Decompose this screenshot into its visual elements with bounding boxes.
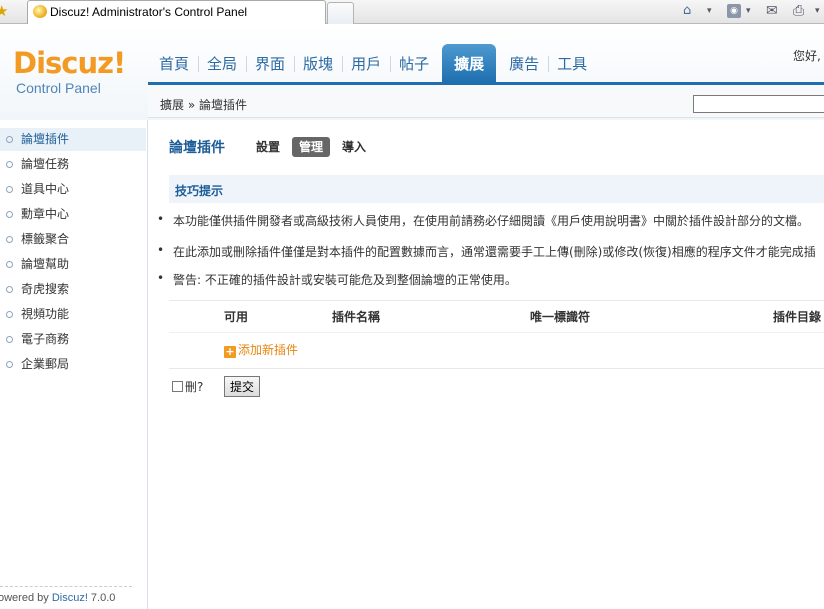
- table-divider: [169, 332, 824, 333]
- powered-by: owered by Discuz! 7.0.0: [0, 592, 115, 604]
- table-divider: [169, 368, 824, 369]
- nav-item-global[interactable]: 全局: [198, 44, 246, 82]
- browser-tab-title: Discuz! Administrator's Control Panel: [50, 5, 248, 19]
- rss-feed-icon[interactable]: ◉: [727, 4, 741, 18]
- sidebar-item-label: 奇虎搜索: [21, 282, 70, 296]
- plus-icon: +: [224, 345, 236, 358]
- column-header-enabled: 可用: [224, 310, 249, 324]
- tab-import[interactable]: 導入: [342, 137, 366, 157]
- tip-item: 本功能僅供插件開發者或高級技術人員使用，在使用前請務必仔細閱讀《用戶使用說明書》…: [157, 212, 809, 229]
- nav-item-home[interactable]: 首頁: [150, 44, 198, 82]
- nav-item-ads[interactable]: 廣告: [500, 44, 548, 82]
- circle-bullet-icon: [6, 211, 13, 218]
- nav-item-forums[interactable]: 版塊: [294, 44, 342, 82]
- add-plugin-link[interactable]: + 添加新插件: [224, 341, 298, 358]
- sidebar-item-plugins[interactable]: 論壇插件: [0, 128, 146, 151]
- discuz-logo: Discuz!: [13, 46, 126, 80]
- circle-bullet-icon: [6, 161, 13, 168]
- nav-item-interface[interactable]: 界面: [246, 44, 294, 82]
- nav-item-extensions[interactable]: 擴展: [442, 44, 497, 82]
- sidebar-item-enterprise-mail[interactable]: 企業郵局: [0, 353, 146, 376]
- delete-checkbox[interactable]: [172, 381, 183, 392]
- sidebar-item-label: 論壇幫助: [21, 257, 70, 271]
- circle-bullet-icon: [6, 261, 13, 268]
- browser-toolbar: ★ Discuz! Administrator's Control Panel …: [0, 0, 824, 24]
- chevron-down-icon[interactable]: ▾: [746, 2, 751, 20]
- circle-bullet-icon: [6, 286, 13, 293]
- sidebar-item-label: 標籤聚合: [21, 232, 70, 246]
- add-plugin-label[interactable]: 添加新插件: [238, 343, 298, 357]
- tip-item: 警告: 不正確的插件設計或安裝可能危及到整個論壇的正常使用。: [157, 271, 517, 288]
- browser-tab[interactable]: Discuz! Administrator's Control Panel: [27, 0, 326, 24]
- sidebar-item-tasks[interactable]: 論壇任務: [0, 153, 146, 176]
- delete-label: 刪?: [185, 380, 204, 394]
- sidebar-item-label: 企業郵局: [21, 357, 70, 371]
- tab-manage[interactable]: 管理: [292, 137, 331, 157]
- page-title: 論壇插件: [169, 140, 225, 156]
- tip-item: 在此添加或刪除插件僅僅是對本插件的配置數據而言，通常還需要手工上傳(刪除)或修改…: [157, 243, 816, 260]
- print-icon[interactable]: ⎙: [793, 2, 804, 20]
- chevron-down-icon[interactable]: ▾: [707, 2, 712, 20]
- circle-bullet-icon: [6, 336, 13, 343]
- submit-button[interactable]: 提交: [224, 376, 260, 397]
- circle-bullet-icon: [6, 361, 13, 368]
- column-header-plugin-name: 插件名稱: [332, 310, 381, 324]
- main-nav: 首頁 全局 界面 版塊 用戶 帖子 擴展 廣告 工具: [150, 44, 596, 82]
- circle-bullet-icon: [6, 311, 13, 318]
- sidebar-item-tags[interactable]: 標籤聚合: [0, 228, 146, 251]
- tips-title: 技巧提示: [175, 184, 224, 198]
- column-header-directory: 插件目錄: [773, 310, 822, 324]
- powered-by-text: owered by: [0, 592, 52, 604]
- sidebar-item-label: 道具中心: [21, 182, 70, 196]
- nav-item-users[interactable]: 用戶: [342, 44, 390, 82]
- column-header-identifier: 唯一標識符: [530, 310, 591, 324]
- search-input[interactable]: [693, 95, 824, 113]
- breadcrumb: 擴展 » 論壇插件: [160, 98, 247, 112]
- nav-item-tools[interactable]: 工具: [548, 44, 596, 82]
- tab-settings[interactable]: 設置: [256, 137, 280, 157]
- user-greeting: 您好,: [793, 49, 821, 63]
- sidebar-divider: [0, 586, 132, 587]
- tips-header: 技巧提示: [169, 175, 824, 203]
- sidebar-item-help[interactable]: 論壇幫助: [0, 253, 146, 276]
- main-content: 論壇插件 設置 管理 導入 技巧提示 本功能僅供插件開發者或高級技術人員使用，在…: [148, 120, 824, 609]
- sidebar-item-label: 視頻功能: [21, 307, 70, 321]
- sidebar-item-label: 論壇任務: [21, 157, 70, 171]
- home-icon[interactable]: ⌂: [683, 2, 691, 20]
- nav-item-posts[interactable]: 帖子: [390, 44, 438, 82]
- sidebar-item-label: 勳章中心: [21, 207, 70, 221]
- sidebar-item-ecommerce[interactable]: 電子商務: [0, 328, 146, 351]
- logo-subtitle: Control Panel: [16, 80, 101, 96]
- sidebar-item-medals[interactable]: 勳章中心: [0, 203, 146, 226]
- table-divider: [169, 300, 824, 301]
- sidebar-item-magic[interactable]: 道具中心: [0, 178, 146, 201]
- sidebar-item-label: 論壇插件: [21, 132, 70, 146]
- sidebar: 企業郵局 電子商務 視頻功能 奇虎搜索 論壇幫助 標籤聚合 勳章中心 道具中心 論壇任務 論壇插件…: [0, 120, 148, 609]
- powered-by-version: 7.0.0: [87, 592, 116, 604]
- sidebar-item-qihoo-search[interactable]: 奇虎搜索: [0, 278, 146, 301]
- new-tab-button[interactable]: [327, 2, 354, 24]
- powered-by-brand[interactable]: Discuz!: [52, 592, 88, 604]
- mail-icon[interactable]: ✉: [766, 2, 778, 20]
- breadcrumb-bar: 擴展 » 論壇插件: [148, 85, 824, 118]
- chevron-down-icon[interactable]: ▾: [815, 2, 820, 20]
- circle-bullet-icon: [6, 186, 13, 193]
- star-icon[interactable]: ★: [0, 2, 8, 20]
- circle-bullet-icon: [6, 236, 13, 243]
- circle-bullet-icon: [6, 136, 13, 143]
- sidebar-item-label: 電子商務: [21, 332, 70, 346]
- discuz-favicon-icon: [33, 5, 47, 18]
- sidebar-item-video[interactable]: 視頻功能: [0, 303, 146, 326]
